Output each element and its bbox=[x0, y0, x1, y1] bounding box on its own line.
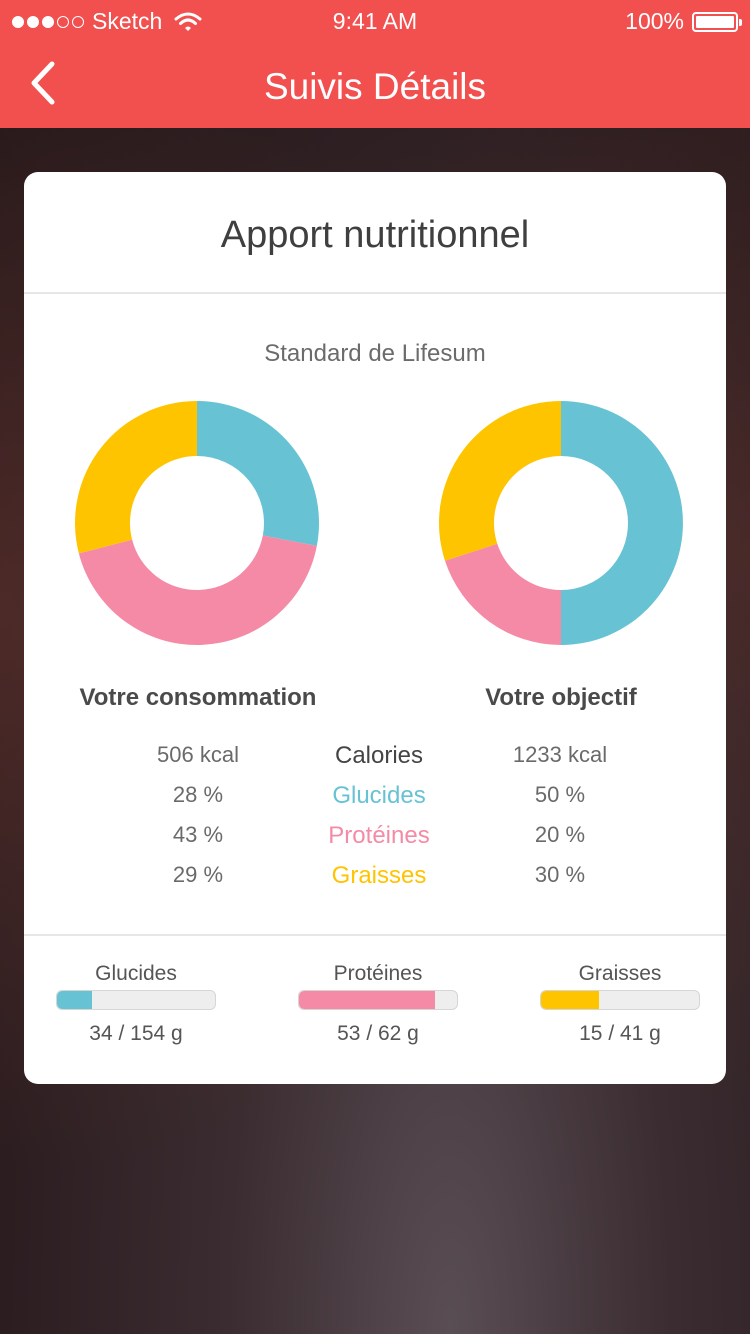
stats-row: 506 kcal Calories 1233 kcal bbox=[24, 742, 726, 782]
progress-track bbox=[298, 990, 458, 1010]
bar-value: 53 / 62 g bbox=[337, 1022, 419, 1045]
divider bbox=[24, 292, 726, 294]
consumption-donut-chart bbox=[75, 401, 319, 645]
bar-value: 15 / 41 g bbox=[579, 1022, 661, 1045]
nutrition-card: Apport nutritionnel Standard de Lifesum … bbox=[24, 172, 726, 1084]
objective-label: Votre objectif bbox=[485, 684, 637, 711]
progress-fill bbox=[57, 991, 92, 1009]
header: Sketch 9:41 AM 100% Suivis Détails bbox=[0, 0, 750, 128]
bar-value: 34 / 154 g bbox=[89, 1022, 183, 1045]
progress-track bbox=[540, 990, 700, 1010]
donut-slice-graisses bbox=[439, 401, 561, 561]
stats-label: Calories bbox=[334, 742, 424, 769]
stats-row: 43 % Protéines 20 % bbox=[24, 822, 726, 862]
battery-percent: 100% bbox=[625, 8, 684, 34]
stats-row: 28 % Glucides 50 % bbox=[24, 782, 726, 822]
bar-label: Graisses bbox=[578, 962, 662, 985]
progress-fill bbox=[541, 991, 600, 1009]
status-bar: Sketch 9:41 AM 100% bbox=[0, 0, 750, 40]
consumption-value: 29 % bbox=[172, 862, 224, 887]
divider bbox=[24, 934, 726, 936]
donut-slice-protéines bbox=[444, 543, 561, 645]
battery-icon bbox=[692, 11, 742, 32]
glucides-bar: Glucides 34 / 154 g bbox=[54, 962, 218, 1046]
consumption-label: Votre consommation bbox=[79, 684, 317, 711]
consumption-value: 506 kcal bbox=[157, 742, 239, 767]
donut-slice-glucides bbox=[561, 401, 683, 645]
stats-row: 29 % Graisses 30 % bbox=[24, 862, 726, 902]
objective-value: 50 % bbox=[534, 782, 586, 807]
objective-value: 1233 kcal bbox=[512, 742, 608, 767]
proteines-bar: Protéines 53 / 62 g bbox=[296, 962, 460, 1046]
donut-slice-protéines bbox=[78, 535, 317, 645]
status-right: 100% bbox=[625, 8, 742, 35]
stats-label: Graisses bbox=[331, 862, 427, 889]
consumption-value: 43 % bbox=[172, 822, 224, 847]
card-title: Apport nutritionnel bbox=[220, 214, 530, 256]
graisses-bar: Graisses 15 / 41 g bbox=[538, 962, 702, 1046]
bar-label: Glucides bbox=[95, 962, 177, 985]
stats-label: Glucides bbox=[332, 782, 426, 809]
objective-value: 20 % bbox=[534, 822, 586, 847]
objective-value: 30 % bbox=[534, 862, 586, 887]
donut-slice-graisses bbox=[75, 401, 197, 554]
objective-donut-chart bbox=[439, 401, 683, 645]
progress-fill bbox=[299, 991, 435, 1009]
consumption-value: 28 % bbox=[172, 782, 224, 807]
stats-label: Protéines bbox=[328, 822, 430, 849]
nav-bar: Suivis Détails bbox=[0, 40, 750, 128]
bar-label: Protéines bbox=[333, 962, 423, 985]
donut-slice-glucides bbox=[197, 401, 319, 546]
progress-track bbox=[56, 990, 216, 1010]
page-title: Suivis Détails bbox=[263, 66, 487, 107]
card-subtitle: Standard de Lifesum bbox=[264, 340, 486, 367]
